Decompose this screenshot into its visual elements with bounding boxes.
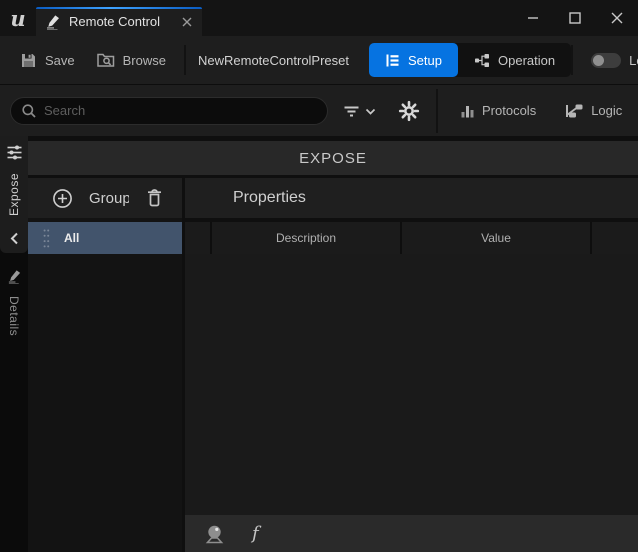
properties-column-headers: Description Value	[185, 222, 638, 254]
plus-circle-icon[interactable]	[52, 188, 73, 209]
toolbar-divider	[184, 45, 186, 75]
chevron-left-icon[interactable]	[0, 226, 28, 249]
tab-expose[interactable]: Expose	[0, 136, 28, 253]
protocols-label: Protocols	[482, 103, 536, 118]
properties-bottom-bar: f	[185, 515, 638, 552]
group-panel-header: Group	[28, 178, 182, 218]
main-area: Expose Details EXPOSE	[0, 136, 638, 552]
operation-label: Operation	[498, 53, 555, 68]
properties-panel: Properties Description Value	[185, 178, 638, 552]
column-spacer	[185, 222, 210, 254]
details-tab-label: Details	[7, 296, 21, 336]
close-icon[interactable]	[182, 17, 192, 27]
minimize-icon[interactable]	[512, 0, 554, 36]
tab-remote-control[interactable]: Remote Control	[36, 7, 202, 36]
search-icon	[21, 103, 37, 119]
group-header-label: Group	[89, 190, 129, 207]
logic-button[interactable]: Logic	[564, 103, 622, 119]
actor-camera-icon[interactable]	[203, 523, 226, 544]
column-value[interactable]: Value	[400, 222, 590, 254]
window-controls	[512, 0, 638, 36]
browse-label: Browse	[123, 53, 166, 68]
group-panel: Group	[28, 178, 182, 552]
protocols-button[interactable]: Protocols	[460, 103, 536, 119]
pen-icon	[45, 14, 61, 30]
trash-icon[interactable]	[145, 188, 164, 208]
search-input[interactable]	[44, 103, 317, 118]
group-row-label: All	[64, 231, 79, 245]
preset-name[interactable]: NewRemoteControlPreset	[198, 53, 349, 68]
close-window-icon[interactable]	[596, 0, 638, 36]
unreal-logo: u	[0, 0, 36, 36]
section-title: EXPOSE	[28, 141, 638, 175]
search-row-divider	[436, 89, 438, 133]
tab-label: Remote Control	[69, 14, 160, 29]
setup-button[interactable]: Setup	[369, 43, 458, 77]
save-button[interactable]: Save	[20, 52, 75, 69]
save-icon	[20, 52, 37, 69]
sliders-icon	[6, 144, 23, 161]
column-description[interactable]: Description	[210, 222, 400, 254]
function-icon[interactable]: f	[252, 525, 259, 543]
filter-icon	[342, 103, 361, 119]
group-row-all[interactable]: All	[28, 222, 182, 254]
logic-label: Logic	[591, 103, 622, 118]
properties-body	[185, 254, 638, 515]
gear-icon	[398, 100, 420, 122]
save-label: Save	[45, 53, 75, 68]
pen-icon-details	[7, 269, 22, 284]
tab-details[interactable]: Details	[7, 269, 22, 336]
group-list: All	[28, 218, 182, 552]
browse-icon	[97, 52, 115, 68]
toolbar-divider-2	[571, 45, 573, 75]
expose-tab-label: Expose	[7, 173, 21, 216]
chevron-down-icon	[365, 103, 376, 119]
titlebar: u Remote Control	[0, 0, 638, 36]
maximize-icon[interactable]	[554, 0, 596, 36]
setup-label: Setup	[408, 53, 442, 68]
properties-header-label: Properties	[233, 189, 306, 207]
column-spacer-end	[590, 222, 638, 254]
toolbar: Save Browse NewRemoteControlPreset Setup	[0, 36, 638, 84]
grip-dots-icon[interactable]	[43, 228, 50, 249]
log-toggle-group: Log	[571, 45, 638, 75]
expose-section: EXPOSE Group	[28, 136, 638, 552]
protocols-bars-icon	[460, 103, 475, 119]
search-toolbar: Protocols Logic	[0, 84, 638, 136]
setup-list-icon	[385, 53, 400, 68]
logic-nodes-icon	[564, 103, 584, 119]
operation-button[interactable]: Operation	[458, 43, 571, 77]
mode-segmented-control: Setup Operation	[369, 43, 571, 77]
search-box[interactable]	[10, 97, 328, 125]
log-label: Log	[629, 53, 638, 68]
left-tab-strip: Expose Details	[0, 136, 28, 552]
log-toggle[interactable]	[591, 53, 621, 68]
filter-button[interactable]	[342, 103, 376, 119]
settings-button[interactable]	[398, 100, 420, 122]
properties-panel-header: Properties	[185, 178, 638, 218]
operation-nodes-icon	[474, 53, 490, 68]
browse-button[interactable]: Browse	[97, 52, 166, 68]
